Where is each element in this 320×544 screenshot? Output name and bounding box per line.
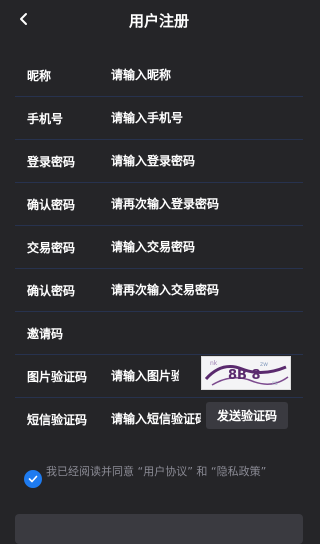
confirm-trade-password-input[interactable] [111, 278, 297, 302]
nav-bar: 用户注册 [0, 0, 318, 38]
page-title: 用户注册 [128, 12, 189, 30]
sms-code-input[interactable] [111, 407, 201, 431]
nickname-input[interactable] [111, 63, 297, 87]
phone-row: 手机号 [15, 97, 303, 140]
image-captcha-label: 图片验证码 [27, 370, 88, 384]
sms-code-label: 短信验证码 [27, 413, 88, 427]
trade-password-label: 交易密码 [27, 241, 76, 255]
image-captcha-row: 图片验证码 nk zw rs 8B 8 [15, 355, 303, 398]
send-code-button[interactable]: 发送验证码 [206, 402, 288, 429]
register-form: 昵称 手机号 登录密码 确认密码 交易密码 确认密码 邀请码 图片验证码 nk [15, 54, 303, 440]
login-password-input[interactable] [111, 149, 297, 173]
login-password-label: 登录密码 [27, 155, 76, 169]
check-icon [28, 475, 38, 483]
privacy-policy-link[interactable]: “隐私政策” [211, 465, 266, 478]
invite-code-label: 邀请码 [27, 327, 64, 341]
captcha-graphic: nk zw rs 8B 8 [202, 357, 290, 389]
confirm-trade-password-row: 确认密码 [15, 269, 303, 312]
agreement-text: 我已经阅读并同意 “用户协议” 和 “隐私政策” [46, 464, 294, 479]
agree-checkbox[interactable] [24, 470, 42, 488]
agreement-prefix: 我已经阅读并同意 [46, 465, 134, 478]
confirm-login-password-input[interactable] [111, 192, 297, 216]
register-button[interactable] [15, 514, 303, 544]
user-agreement-link[interactable]: “用户协议” [138, 465, 193, 478]
captcha-image[interactable]: nk zw rs 8B 8 [201, 356, 291, 390]
sms-code-row: 短信验证码 发送验证码 [15, 398, 303, 440]
svg-text:rs: rs [272, 380, 278, 387]
image-captcha-input[interactable] [111, 364, 179, 388]
invite-code-row: 邀请码 [15, 312, 303, 355]
confirm-login-password-label: 确认密码 [27, 198, 76, 212]
invite-code-input[interactable] [111, 321, 297, 345]
trade-password-input[interactable] [111, 235, 297, 259]
trade-password-row: 交易密码 [15, 226, 303, 269]
confirm-trade-password-label: 确认密码 [27, 284, 76, 298]
agreement-and: 和 [196, 465, 208, 478]
svg-text:zw: zw [260, 361, 268, 368]
phone-input[interactable] [111, 106, 297, 130]
svg-text:nk: nk [210, 360, 218, 367]
nickname-row: 昵称 [15, 54, 303, 97]
login-password-row: 登录密码 [15, 140, 303, 183]
nickname-label: 昵称 [27, 69, 52, 83]
captcha-text: 8B 8 [228, 368, 261, 383]
phone-label: 手机号 [27, 112, 64, 126]
confirm-login-password-row: 确认密码 [15, 183, 303, 226]
